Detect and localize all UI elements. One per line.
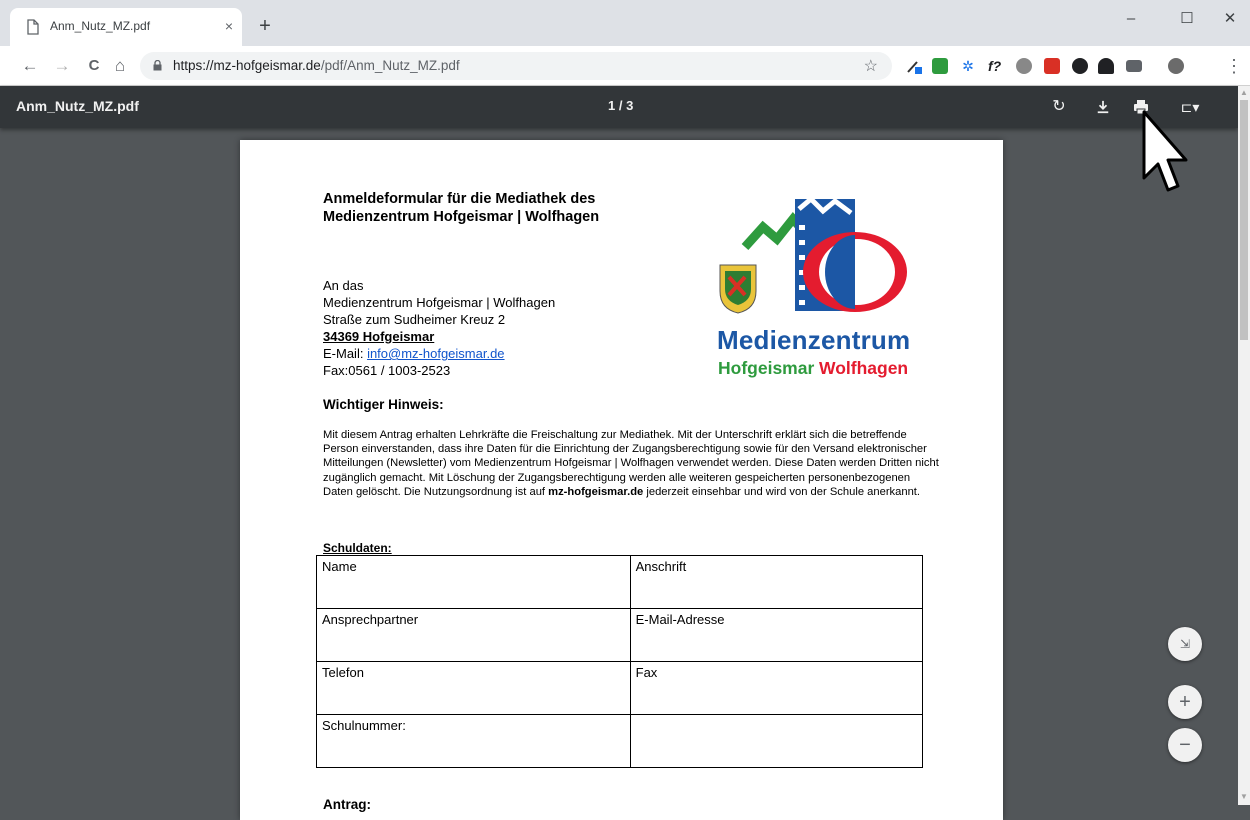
hint-text: Mit diesem Antrag erhalten Lehrkräfte di… [323, 428, 943, 499]
new-tab-button[interactable]: + [254, 16, 276, 38]
mouse-cursor-icon [1142, 110, 1188, 192]
extension-pen-icon[interactable] [906, 58, 922, 74]
scroll-up-icon[interactable]: ▲ [1240, 88, 1248, 97]
extension-nan-icon[interactable] [1098, 58, 1114, 74]
email-label: E-Mail: [323, 346, 368, 361]
browser-menu-icon[interactable]: ⋮ [1222, 54, 1246, 78]
address-block: An das Medienzentrum Hofgeismar | Wolfha… [323, 277, 555, 379]
table-cell[interactable] [629, 714, 924, 768]
table-row: Ansprechpartner E-Mail-Adresse [316, 608, 924, 662]
zoom-out-button[interactable]: − [1168, 728, 1202, 762]
address-line-2: Medienzentrum Hofgeismar | Wolfhagen [323, 295, 556, 310]
pdf-toolbar: Anm_Nutz_MZ.pdf 1 / 3 ↻ ⊏▾ [0, 86, 1238, 128]
home-button[interactable]: ⌂ [108, 54, 132, 78]
scroll-down-icon[interactable]: ▼ [1240, 792, 1248, 801]
extension-font-icon[interactable]: f? [988, 58, 1004, 74]
scrollbar[interactable]: ▲ ▼ [1238, 86, 1250, 805]
table-cell[interactable]: Schulnummer: [316, 714, 631, 768]
reload-button[interactable]: C [82, 54, 106, 78]
schuldaten-table: Name Anschrift Ansprechpartner E-Mail-Ad… [316, 555, 924, 768]
table-row: Telefon Fax [316, 661, 924, 715]
address-line-1: An das [323, 278, 364, 293]
extension-red-icon[interactable] [1044, 58, 1060, 74]
tab-strip: Anm_Nutz_MZ.pdf × + – ☐ ✕ [0, 0, 1250, 46]
document-icon [27, 19, 39, 35]
address-line-3: Straße zum Sudheimer Kreuz 2 [323, 312, 506, 327]
logo-word-medienzentrum: Medienzentrum [717, 325, 911, 355]
forward-button[interactable]: → [50, 54, 74, 78]
tab-close-icon[interactable]: × [220, 17, 238, 35]
table-cell[interactable]: Name [316, 555, 631, 609]
logo-word-wolfhagen: Wolfhagen [819, 358, 909, 378]
url-host: https://mz-hofgeismar.de [173, 58, 321, 73]
fax-line: Fax:0561 / 1003-2523 [323, 363, 451, 378]
browser-toolbar: ← → C ⌂ https://mz-hofgeismar.de/pdf/Anm… [0, 46, 1250, 86]
pdf-page: Anmeldeformular für die Mediathek des Me… [240, 140, 1003, 820]
email-line: E-Mail: info@mz-hofgeismar.de [323, 345, 555, 362]
bookmark-star-icon[interactable]: ☆ [864, 56, 878, 76]
url-path: /pdf/Anm_Nutz_MZ.pdf [320, 58, 460, 73]
heading-line-2: Medienzentrum Hofgeismar | Wolfhagen [323, 209, 600, 225]
maximize-button[interactable]: ☐ [1164, 6, 1210, 32]
extension-green-icon[interactable] [932, 58, 948, 74]
scrollbar-thumb[interactable] [1240, 100, 1248, 340]
table-cell[interactable]: Anschrift [629, 555, 924, 609]
hint-text-part-2: jederzeit einsehbar und wird von der Sch… [643, 485, 921, 498]
logo-word-hofgeismar: Hofgeismar [718, 358, 815, 378]
table-cell[interactable]: Fax [629, 661, 924, 715]
table-row: Name Anschrift [316, 555, 924, 609]
address-line-4: 34369 Hofgeismar [323, 329, 435, 344]
extension-network-icon[interactable]: ✲ [960, 58, 976, 74]
extension-globe-icon[interactable] [1016, 58, 1032, 74]
page-indicator: 1 / 3 [608, 98, 634, 113]
hint-title: Wichtiger Hinweis: [323, 397, 444, 412]
schuldaten-title: Schuldaten: [323, 541, 392, 555]
table-cell[interactable]: Telefon [316, 661, 631, 715]
close-window-button[interactable]: ✕ [1210, 6, 1250, 32]
tab-title: Anm_Nutz_MZ.pdf [50, 19, 151, 33]
download-icon[interactable] [1090, 94, 1116, 120]
document-heading: Anmeldeformular für die Mediathek des Me… [323, 190, 599, 226]
lock-icon [153, 60, 162, 71]
heading-line-1: Anmeldeformular für die Mediathek des [323, 191, 596, 207]
profile-avatar[interactable] [1168, 58, 1184, 74]
hint-text-website: mz-hofgeismar.de [548, 485, 644, 498]
email-link[interactable]: info@mz-hofgeismar.de [367, 346, 504, 361]
fit-page-button[interactable]: ⇲ [1168, 627, 1202, 661]
extension-camera-icon[interactable] [1126, 60, 1142, 72]
medienzentrum-logo: Medienzentrum Hofgeismar Wolfhagen [715, 195, 915, 385]
zoom-in-button[interactable]: + [1168, 685, 1202, 719]
address-bar[interactable]: https://mz-hofgeismar.de/pdf/Anm_Nutz_MZ… [140, 52, 892, 80]
pdf-file-name: Anm_Nutz_MZ.pdf [16, 98, 139, 114]
url-text: https://mz-hofgeismar.de/pdf/Anm_Nutz_MZ… [173, 58, 460, 73]
rotate-icon[interactable]: ↻ [1046, 94, 1072, 120]
logo-graphic [719, 195, 907, 314]
table-cell[interactable]: E-Mail-Adresse [629, 608, 924, 662]
minimize-button[interactable]: – [1108, 6, 1154, 32]
extension-pin-icon[interactable] [1072, 58, 1088, 74]
table-cell[interactable]: Ansprechpartner [316, 608, 631, 662]
table-row: Schulnummer: [316, 714, 924, 768]
browser-tab[interactable]: Anm_Nutz_MZ.pdf × [10, 8, 242, 46]
back-button[interactable]: ← [18, 54, 42, 78]
